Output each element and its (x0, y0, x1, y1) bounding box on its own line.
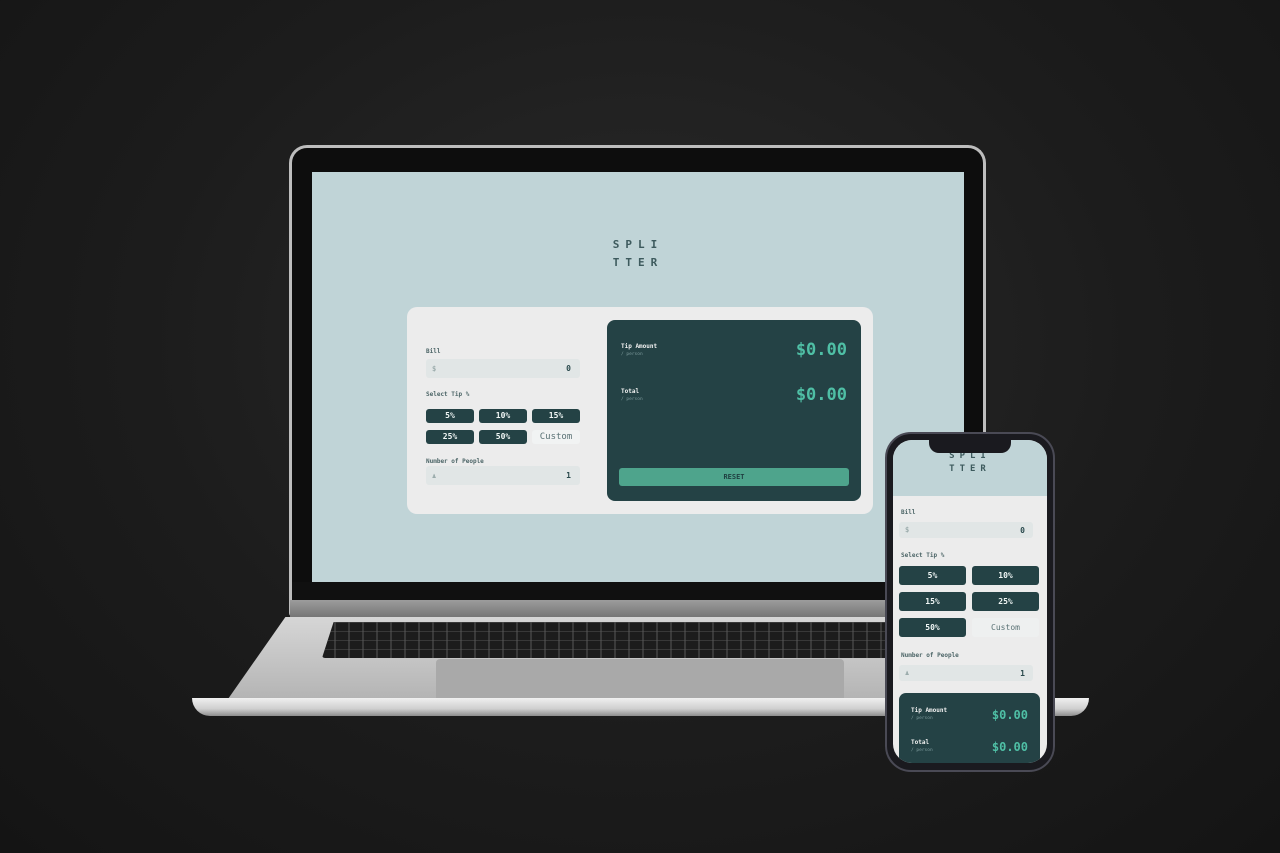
reset-button[interactable]: RESET (619, 468, 849, 486)
phone-people-label: Number of People (901, 652, 959, 659)
phone-screen: SPLI TTER Bill $ 0 Select Tip % 5% 10% 1… (893, 440, 1047, 763)
total-value: $0.00 (795, 385, 847, 405)
phone-bill-input[interactable]: $ 0 (899, 522, 1033, 538)
tip-button-25[interactable]: 25% (426, 430, 474, 444)
tip-custom-input[interactable]: Custom (532, 430, 580, 444)
logo-line-1: SPLI (612, 238, 664, 251)
phone-people-input[interactable]: ♟ 1 (899, 665, 1033, 681)
select-tip-label: Select Tip % (426, 391, 470, 398)
tip-button-5[interactable]: 5% (426, 409, 474, 423)
people-label: Number of People (426, 458, 484, 465)
total-per-person: / person (621, 397, 643, 402)
tip-amount-value: $0.00 (795, 340, 847, 360)
tip-button-15[interactable]: 15% (532, 409, 580, 423)
phone-tip-amount-title: Tip Amount (911, 707, 948, 714)
tip-amount-per-person: / person (621, 352, 643, 357)
phone-bill-label: Bill (901, 509, 916, 516)
phone-dollar-icon: $ (905, 526, 910, 534)
people-input[interactable]: ♟ 1 (426, 466, 580, 485)
person-icon: ♟ (432, 472, 437, 480)
phone-result-panel: Tip Amount / person $0.00 Total / person… (899, 693, 1040, 763)
bill-label: Bill (426, 348, 441, 355)
laptop-trackpad (436, 659, 844, 699)
phone-tip-button-15[interactable]: 15% (899, 592, 966, 611)
phone-select-tip-label: Select Tip % (901, 552, 945, 559)
phone-total-value: $0.00 (991, 740, 1028, 754)
phone-bill-value: 0 (1020, 526, 1025, 535)
phone-total-per-person: / person (911, 748, 933, 753)
phone-total-title: Total (911, 739, 930, 746)
laptop-keyboard (322, 622, 902, 658)
people-value: 1 (566, 471, 571, 480)
phone-tip-amount-value: $0.00 (991, 708, 1028, 722)
phone-notch (929, 438, 1011, 453)
total-title: Total (621, 388, 640, 395)
tip-amount-title: Tip Amount (621, 343, 658, 350)
phone-tip-button-25[interactable]: 25% (972, 592, 1039, 611)
phone-logo-line-2: TTER (949, 464, 991, 474)
phone-people-value: 1 (1020, 669, 1025, 678)
tip-button-50[interactable]: 50% (479, 430, 527, 444)
logo-line-2: TTER (612, 256, 664, 269)
result-panel: Tip Amount / person $0.00 Total / person… (607, 320, 861, 501)
tip-button-10[interactable]: 10% (479, 409, 527, 423)
device-mockup-scene: SPLI TTER Bill $ 0 Select Tip % 5% 10% 1… (0, 0, 1280, 853)
phone-tip-custom-input[interactable]: Custom (972, 618, 1039, 637)
phone-tip-button-50[interactable]: 50% (899, 618, 966, 637)
laptop-screen: SPLI TTER Bill $ 0 Select Tip % 5% 10% 1… (312, 172, 964, 582)
bill-value: 0 (566, 364, 571, 373)
phone-tip-amount-per-person: / person (911, 716, 933, 721)
dollar-icon: $ (432, 365, 437, 373)
bill-input[interactable]: $ 0 (426, 359, 580, 378)
phone-person-icon: ♟ (905, 669, 910, 677)
phone-tip-button-5[interactable]: 5% (899, 566, 966, 585)
phone-app-logo: SPLI TTER (893, 450, 1047, 476)
phone-tip-button-10[interactable]: 10% (972, 566, 1039, 585)
app-logo: SPLI TTER (312, 236, 964, 272)
